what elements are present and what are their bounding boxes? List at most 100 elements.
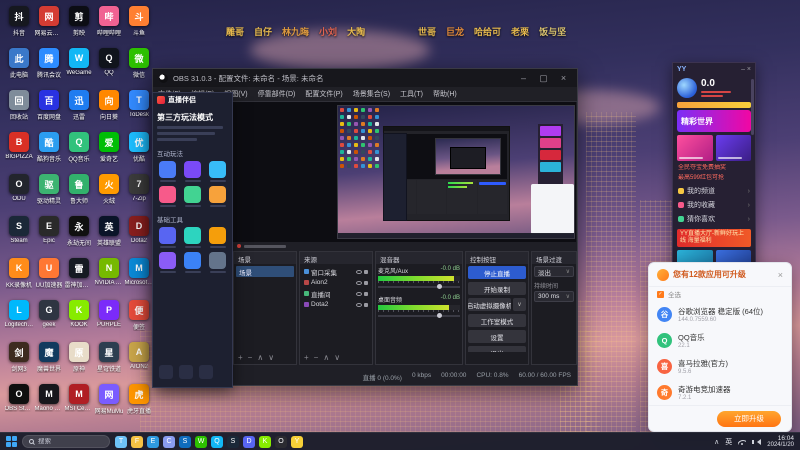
tool-item[interactable] (159, 161, 176, 182)
taskbar-search[interactable] (22, 435, 110, 448)
live-thumbnail[interactable] (715, 135, 751, 161)
source-item[interactable]: Dota2 (302, 299, 370, 310)
menu-scene-collection[interactable]: 场景集合(S) (348, 89, 395, 99)
desktop-icon[interactable]: 虎 虎牙直播 (124, 384, 154, 426)
yy-menu-favorites[interactable]: 我的收藏 (673, 198, 755, 212)
lock-icon[interactable] (364, 280, 368, 285)
desktop-icon[interactable]: Q QQ (94, 48, 124, 90)
remove-scene-icon[interactable] (248, 353, 253, 363)
studio-mode-button[interactable]: 工作室模式 (468, 314, 526, 327)
taskbar-app-icon[interactable]: C (163, 435, 175, 448)
menu-help[interactable]: 帮助(H) (428, 89, 462, 99)
select-all-row[interactable]: 全选 (649, 287, 791, 301)
duration-field[interactable]: 300 ms (534, 291, 574, 302)
yy-menu-my-channels[interactable]: 我的频道 (673, 184, 755, 198)
move-up-icon[interactable] (257, 353, 263, 363)
menu-docks[interactable]: 停靠部件(D) (253, 89, 301, 99)
companion-titlebar[interactable]: 直播伴侣 (153, 93, 232, 107)
updater-app-row[interactable]: 谷 谷歌浏览器 稳定版 (64位) 144.0.7559.60 (649, 301, 791, 327)
visibility-eye-icon[interactable] (356, 280, 362, 285)
stop-streaming-button[interactable]: 停止直播 (468, 266, 526, 279)
tool-item[interactable] (184, 252, 201, 273)
desktop-icon[interactable]: Q QQ音乐 (64, 132, 94, 174)
live-thumbnail[interactable] (677, 135, 713, 161)
lock-icon[interactable] (364, 291, 368, 296)
footer-button[interactable] (159, 365, 173, 379)
yy-titlebar[interactable]: YY – × (673, 63, 755, 76)
maximize-icon[interactable] (536, 69, 551, 87)
scene-item[interactable]: 场景 (236, 266, 294, 277)
desktop-icon[interactable]: 魔 魔兽世界 (34, 342, 64, 384)
obs-preview-canvas[interactable] (337, 105, 575, 239)
desktop-icon[interactable]: B BIGPIZZA (4, 132, 34, 174)
volume-slider[interactable] (378, 312, 460, 319)
volume-icon[interactable] (752, 438, 762, 445)
desktop-icon[interactable]: 抖 抖音 (4, 6, 34, 48)
desktop-icon[interactable]: K KOOK (64, 300, 94, 342)
desktop-icon[interactable]: S Steam (4, 216, 34, 258)
desktop-icon[interactable]: 百 百度网盘 (34, 90, 64, 132)
tool-item[interactable] (209, 161, 226, 182)
source-item[interactable]: Aion2 (302, 277, 370, 288)
desktop-icon[interactable]: D Dota2 (124, 216, 154, 258)
companion-mode-tab[interactable]: 第三方玩法模式 (157, 112, 228, 123)
taskbar-app-icon[interactable]: E (147, 435, 159, 448)
desktop-icon[interactable]: 火 火绒 (94, 174, 124, 216)
desktop-icon[interactable]: T ToDesk (124, 90, 154, 132)
taskbar-app-icon[interactable]: Y (291, 435, 303, 448)
desktop-icon[interactable]: A AION2 (124, 342, 154, 384)
tool-item[interactable] (209, 227, 226, 248)
tool-item[interactable] (209, 186, 226, 207)
settings-button[interactable]: 设置 (468, 330, 526, 343)
upgrade-now-button[interactable]: 立即升级 (717, 410, 781, 427)
menu-profile[interactable]: 配置文件(P) (300, 89, 347, 99)
menu-tools[interactable]: 工具(T) (395, 89, 428, 99)
desktop-icon[interactable]: M Microsoft Edge (124, 258, 154, 300)
desktop-icon[interactable]: 原 原神 (64, 342, 94, 384)
taskbar-app-icon[interactable]: W (195, 435, 207, 448)
desktop-icon[interactable]: 迅 迅雷 (64, 90, 94, 132)
desktop-icon[interactable]: 英 英雄联盟 (94, 216, 124, 258)
desktop-icon[interactable]: 爱 爱奇艺 (94, 132, 124, 174)
desktop-icon[interactable]: L Logitech G HUB (4, 300, 34, 342)
taskbar-app-icon[interactable]: K (259, 435, 271, 448)
avatar[interactable] (677, 78, 697, 98)
visibility-eye-icon[interactable] (356, 302, 362, 307)
wifi-icon[interactable] (738, 439, 747, 445)
desktop-icon[interactable]: K KK录像机 (4, 258, 34, 300)
visibility-eye-icon[interactable] (356, 291, 362, 296)
start-button[interactable] (6, 436, 17, 447)
taskbar-app-icon[interactable]: O (275, 435, 287, 448)
updater-app-row[interactable]: 喜 喜马拉雅(官方) 9.5.6 (649, 353, 791, 379)
tool-item[interactable] (209, 252, 226, 273)
tool-item[interactable] (184, 161, 201, 182)
desktop-icon[interactable]: 永 永劫无间 (64, 216, 94, 258)
virtual-camera-button[interactable]: 启动虚拟摄像机 (468, 298, 511, 311)
desktop-icon[interactable]: 驱 驱动精灵 (34, 174, 64, 216)
move-down-icon[interactable] (334, 353, 340, 363)
yy-banner[interactable]: 精彩世界 (677, 110, 751, 132)
taskbar-app-icon[interactable]: Q (211, 435, 223, 448)
desktop-icon[interactable]: 回 回收站 (4, 90, 34, 132)
exit-button[interactable]: 退出 (468, 346, 526, 352)
desktop-icon[interactable]: 微 微信 (124, 48, 154, 90)
tray-overflow-icon[interactable] (714, 438, 719, 446)
desktop-icon[interactable]: 雷 雷神加速器 (64, 258, 94, 300)
desktop-icon[interactable]: E Epic (34, 216, 64, 258)
yy-profile[interactable]: 0.0 (673, 76, 755, 100)
volume-slider[interactable] (378, 283, 460, 290)
footer-button[interactable] (199, 365, 213, 379)
desktop-icon[interactable]: 便 便签 (124, 300, 154, 342)
close-icon[interactable] (556, 69, 571, 87)
add-scene-icon[interactable] (238, 353, 243, 363)
obs-titlebar[interactable]: OBS 31.0.3 - 配置文件: 未命名 - 场景: 未命名 (153, 69, 577, 87)
visibility-eye-icon[interactable] (356, 269, 362, 274)
lock-icon[interactable] (364, 302, 368, 307)
promo-strip[interactable] (677, 102, 751, 108)
desktop-icon[interactable]: M MSI Center (64, 384, 94, 426)
desktop-icon[interactable]: 向 向日葵 (94, 90, 124, 132)
search-input[interactable] (38, 438, 98, 445)
desktop-icon[interactable]: 腾 腾讯会议 (34, 48, 64, 90)
desktop-icon[interactable]: O OBS Studio (4, 384, 34, 426)
taskbar-app-icon[interactable]: D (243, 435, 255, 448)
